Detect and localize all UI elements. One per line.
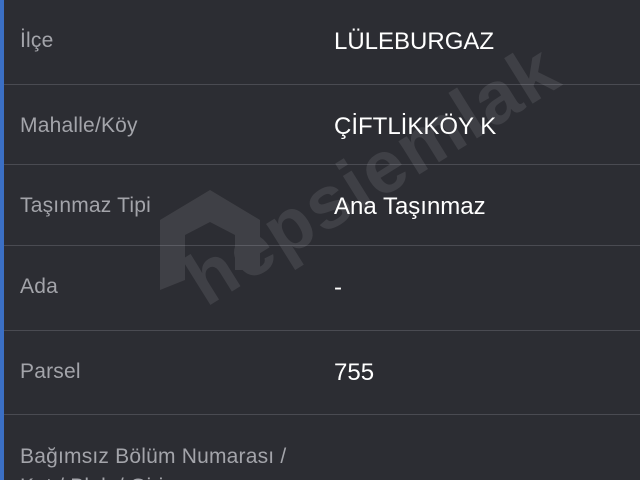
row-label: Taşınmaz Tipi bbox=[20, 194, 151, 217]
row-value: - bbox=[334, 274, 342, 301]
row-label: Bağımsız Bölüm Numarası / Kat / Blok / G… bbox=[20, 445, 287, 480]
row-label: Parsel bbox=[20, 360, 81, 383]
property-details-screen: İlçe LÜLEBURGAZ Mahalle/Köy ÇİFTLİKKÖY K… bbox=[0, 0, 640, 480]
detail-row-parsel: Parsel 755 bbox=[4, 331, 640, 415]
row-label: Mahalle/Köy bbox=[20, 114, 138, 137]
detail-row-tasinmaz-tipi: Taşınmaz Tipi Ana Taşınmaz bbox=[4, 165, 640, 246]
details-list: İlçe LÜLEBURGAZ Mahalle/Köy ÇİFTLİKKÖY K… bbox=[4, 0, 640, 480]
row-value: ÇİFTLİKKÖY K bbox=[334, 113, 497, 140]
row-label: Ada bbox=[20, 275, 58, 298]
row-value: LÜLEBURGAZ bbox=[334, 28, 495, 55]
detail-row-ada: Ada - bbox=[4, 246, 640, 331]
row-value: Ana Taşınmaz bbox=[334, 193, 486, 220]
detail-row-bagimsiz-bolum: Bağımsız Bölüm Numarası / Kat / Blok / G… bbox=[4, 415, 640, 480]
detail-row-mahalle: Mahalle/Köy ÇİFTLİKKÖY K bbox=[4, 85, 640, 165]
row-label: İlçe bbox=[20, 29, 54, 52]
detail-row-ilce: İlçe LÜLEBURGAZ bbox=[4, 0, 640, 85]
row-value: 755 bbox=[334, 359, 375, 386]
